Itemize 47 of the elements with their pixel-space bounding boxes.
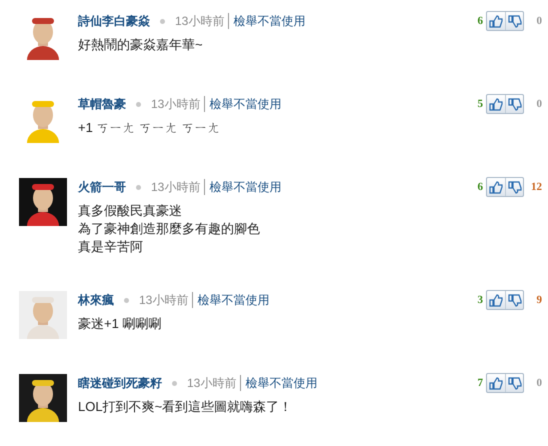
thumbs-down-button[interactable]	[505, 178, 523, 196]
like-count: 6	[478, 14, 483, 29]
thumbs-down-button[interactable]	[505, 374, 523, 392]
comment-text: 豪迷+1 唰唰唰	[78, 315, 162, 333]
author-name[interactable]: 火箭一哥	[78, 178, 126, 196]
thumbs-down-icon	[508, 180, 522, 194]
comment-text: LOL打到不爽~看到這些圖就嗨森了！	[78, 398, 292, 416]
author-name[interactable]: 林來瘋	[78, 291, 114, 309]
thumbs-down-button[interactable]	[505, 12, 523, 30]
comment-text: 真多假酸民真豪迷	[78, 202, 182, 220]
dislike-count: 0	[536, 14, 542, 29]
author-name[interactable]: 詩仙李白豪焱	[78, 12, 150, 30]
report-link[interactable]: 檢舉不當使用	[209, 95, 282, 113]
timestamp: 13小時前	[151, 179, 200, 196]
thumbs-down-button[interactable]	[505, 95, 523, 113]
comment-text: 好熱鬧的豪焱嘉年華~	[78, 36, 203, 54]
comment-text: 真是辛苦阿	[78, 238, 143, 256]
thumbs-down-icon	[508, 98, 522, 110]
timestamp: 13小時前	[175, 13, 224, 30]
timestamp: 13小時前	[139, 292, 188, 309]
thumbs-up-icon	[489, 294, 503, 306]
thumbs-up-icon	[489, 14, 503, 28]
like-count: 7	[478, 376, 483, 391]
thumbs-down-icon	[508, 376, 522, 390]
report-link[interactable]: 檢舉不當使用	[197, 291, 270, 309]
thumbs-down-icon	[508, 294, 522, 306]
thumbs-down-button[interactable]	[505, 291, 523, 309]
author-name[interactable]: 草帽魯豪	[78, 95, 126, 113]
thumbs-up-icon	[489, 98, 503, 110]
author-name[interactable]: 瞎迷碰到死豪籽	[78, 374, 162, 392]
like-count: 3	[478, 293, 483, 308]
dislike-count: 0	[536, 97, 542, 112]
dislike-count: 0	[536, 376, 542, 391]
report-link[interactable]: 檢舉不當使用	[245, 374, 318, 392]
like-count: 5	[478, 97, 483, 112]
timestamp: 13小時前	[151, 96, 200, 113]
thumbs-up-icon	[489, 180, 503, 194]
report-link[interactable]: 檢舉不當使用	[209, 178, 282, 196]
timestamp: 13小時前	[187, 375, 236, 392]
comment-text: +1 ㄎㄧㄤ ㄎㄧㄤ ㄎㄧㄤ	[78, 119, 221, 137]
thumbs-up-icon	[489, 376, 503, 390]
comment-text: 為了豪神創造那麼多有趣的腳色	[78, 220, 260, 238]
like-count: 6	[478, 180, 483, 195]
report-link[interactable]: 檢舉不當使用	[233, 12, 306, 30]
dislike-count: 9	[536, 293, 542, 308]
thumbs-down-icon	[508, 14, 522, 28]
dislike-count: 12	[530, 180, 542, 195]
